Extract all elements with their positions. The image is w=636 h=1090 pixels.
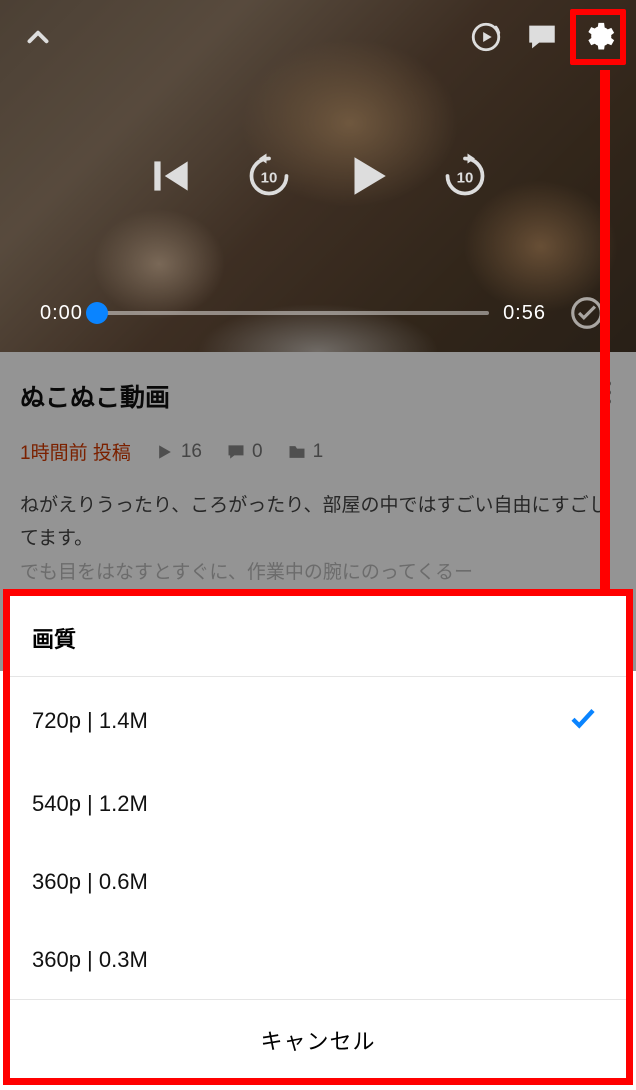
comment-icon [525, 20, 559, 54]
mylist-count-value: 1 [313, 441, 324, 463]
annotation-connector [600, 70, 610, 600]
folder-icon [287, 442, 307, 462]
view-count: 16 [155, 441, 202, 463]
quality-option-label: 360p | 0.3M [32, 947, 148, 973]
cancel-button[interactable]: キャンセル [10, 999, 626, 1078]
quality-sheet: 画質 720p | 1.4M 540p | 1.2M 360p | 0.6M 3… [3, 589, 633, 1085]
progress-track[interactable] [97, 311, 489, 315]
comment-small-icon [226, 442, 246, 462]
svg-text:10: 10 [261, 169, 278, 186]
quality-option-label: 360p | 0.6M [32, 869, 148, 895]
current-time: 0:00 [40, 302, 83, 325]
quality-option-360p-high[interactable]: 360p | 0.6M [10, 843, 626, 921]
video-title: ぬこぬこ動画 [20, 378, 616, 414]
autoplay-button[interactable] [458, 9, 514, 65]
mylist-count: 1 [287, 441, 324, 463]
quality-option-label: 540p | 1.2M [32, 791, 148, 817]
forward-10-button[interactable]: 10 [434, 145, 496, 207]
video-description: ねがえりうったり、ころがったり、部屋の中ではすごい自由にすごしてます。 でも目を… [20, 489, 616, 589]
collapse-button[interactable] [10, 9, 66, 65]
chevron-up-icon [21, 20, 55, 54]
comment-toggle-button[interactable] [514, 9, 570, 65]
quality-option-720p[interactable]: 720p | 1.4M [10, 677, 626, 765]
video-meta-row: 1時間前 投稿 16 0 1 [20, 438, 616, 465]
rewind-10-icon: 10 [244, 151, 294, 201]
description-line-2: でも目をはなすとすぐに、作業中の腕にのってくるー [20, 562, 473, 583]
skip-previous-icon [146, 151, 196, 201]
progress-bar-row: 0:00 0:56 [0, 294, 636, 332]
quality-sheet-title: 画質 [10, 596, 626, 677]
center-controls: 10 10 [140, 145, 496, 207]
posted-time: 1時間前 投稿 [20, 438, 131, 465]
play-button[interactable] [336, 145, 398, 207]
quality-option-360p-low[interactable]: 360p | 0.3M [10, 921, 626, 999]
description-line-1: ねがえりうったり、ころがったり、部屋の中ではすごい自由にすごしてます。 [20, 495, 608, 549]
play-small-icon [155, 442, 175, 462]
settings-button[interactable] [570, 9, 626, 65]
svg-text:10: 10 [457, 169, 474, 186]
quality-option-label: 720p | 1.4M [32, 708, 148, 734]
comment-count-value: 0 [252, 441, 263, 463]
autoplay-icon [469, 20, 503, 54]
duration: 0:56 [503, 302, 546, 325]
gear-icon [581, 20, 615, 54]
check-icon [568, 703, 598, 739]
video-player: 10 10 0:00 0:56 [0, 0, 636, 352]
rewind-10-button[interactable]: 10 [238, 145, 300, 207]
play-icon [342, 151, 392, 201]
top-bar [0, 0, 636, 74]
quality-option-540p[interactable]: 540p | 1.2M [10, 765, 626, 843]
comment-count: 0 [226, 441, 263, 463]
forward-10-icon: 10 [440, 151, 490, 201]
progress-thumb[interactable] [86, 302, 108, 324]
previous-button[interactable] [140, 145, 202, 207]
view-count-value: 16 [181, 441, 202, 463]
